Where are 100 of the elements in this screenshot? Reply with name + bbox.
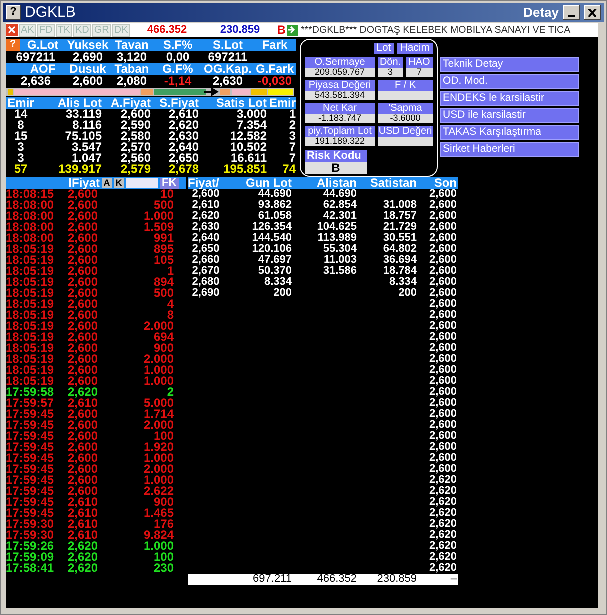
field-value: 209.059.767 [305,68,375,77]
table-cell: 62.854 [323,199,357,211]
column-header: G.F% [162,63,194,75]
table-cell-text: 2,610 [68,530,100,541]
table-cell-text: 895 [152,244,174,255]
column-header: Emir [268,97,296,109]
total-cell: 697.211 [253,573,292,585]
table-cell: 2,660 [192,254,220,266]
table-cell-text: 697211 [15,51,57,63]
table-cell-text: 17:59:30 [6,519,56,530]
table-cell-text: 12.582 [229,131,267,142]
table-cell-text: 105 [152,255,174,266]
table-cell: 2,600 [429,364,457,376]
table-cell-text: 2,600 [68,299,100,310]
action-button[interactable]: ENDEKS le karsilastir [440,91,579,106]
filter-button[interactable]: FK [160,178,179,188]
table-cell-text: 2,636 [20,75,52,87]
table-cell-text: 2,600 [68,200,100,211]
table-cell: 2,620 [429,562,457,574]
table-cell-text: 2,620 [68,563,100,574]
table-cell-text: 2,600 [68,255,100,266]
column-header: Gun Lot [245,177,292,189]
table-cell-text: 2,600 [68,343,100,354]
table-cell: 2,650 [192,243,220,255]
close-button[interactable] [584,5,601,20]
table-cell: 2,620 [429,529,457,541]
action-button[interactable]: TAKAS Karşılaştırma [440,125,579,140]
table-cell-text: 991 [154,233,174,244]
help-button[interactable]: ? [6,39,20,51]
table-cell-text: 18:05:19 [6,299,56,310]
table-cell-text: 2,600 [68,486,100,497]
field-value: 7 [406,68,433,77]
field-value: B [305,162,367,174]
table-cell-text: 2.000 [142,420,174,431]
action-button[interactable]: OD. Mod. [440,74,579,89]
table-cell-text: 2,610 [168,109,199,120]
table-cell: 2,600 [429,199,457,211]
field-label: piy.Toplam Lot [305,126,375,137]
total-cell: 466.352 [317,573,357,585]
filter-field[interactable] [126,178,158,188]
close-icon[interactable] [6,24,18,36]
table-cell-text: 17:59:26 [6,541,56,552]
field-label: HAO [406,57,433,68]
table-cell-text: 2,600 [68,354,100,365]
table-cell-text: 2,600 [120,109,151,120]
table-cell-text: 3.547 [72,142,102,153]
table-cell-text: 2,600 [72,75,104,87]
table-cell: 30.551 [383,232,417,244]
table-cell: 2,640 [192,232,220,244]
table-cell-text: 1.000 [142,475,174,486]
action-button[interactable]: USD ile karsilastir [440,108,579,123]
table-cell: 2,600 [429,276,457,288]
table-cell: 2,600 [429,243,457,255]
column-header: Dusuk [68,63,108,75]
table-cell-text: 33.119 [66,109,102,120]
table-cell: 2,680 [192,276,220,288]
column-header: Satistan [369,177,417,189]
table-cell-text: 2,690 [72,51,104,63]
table-cell: 2,620 [429,518,457,530]
minimize-button[interactable] [563,5,580,20]
table-cell-text: 2,620 [168,120,199,131]
table-cell-text: 900 [154,343,174,354]
table-cell: 2,610 [192,199,220,211]
action-button[interactable]: Sirket Haberleri [440,142,579,157]
table-cell-text: 18:05:19 [6,288,56,299]
toggle-button[interactable]: Hacim [397,43,433,54]
column-header: Alistan [316,177,357,189]
table-cell: 200 [398,287,417,299]
table-cell-text: 17:59:45 [6,486,56,497]
table-cell-text: -0,030 [256,75,294,87]
table-cell: 18.757 [383,210,417,222]
table-cell-text: 4 [167,299,174,310]
table-cell: 47.697 [258,254,292,266]
table-cell: 2,600 [429,463,457,475]
sort-button[interactable]: K [114,178,124,188]
toggle-button[interactable]: Lot [374,43,394,54]
action-button[interactable]: Teknik Detay [440,57,579,72]
table-cell: 8.334 [264,276,292,288]
sort-button[interactable]: A [102,178,112,188]
table-cell-text: 3 [18,153,24,164]
table-cell-text: 0,00 [165,51,191,63]
table-cell: 2,600 [429,419,457,431]
table-cell-text: 2.000 [142,321,174,332]
table-cell-text: 1 [288,109,296,120]
table-cell-text: 8 [167,310,174,321]
table-cell-text: 900 [154,497,174,508]
table-cell: 93.862 [258,199,292,211]
field-label: F / K [378,80,433,91]
column-header: Satis Lot [215,97,267,109]
arrow-icon[interactable] [286,24,298,36]
table-cell: 2,600 [429,353,457,365]
table-cell-text: 176 [154,519,174,530]
table-cell: 8.334 [389,276,417,288]
table-cell: 2,620 [429,485,457,497]
help-button[interactable]: ? [6,5,21,20]
table-cell-text: 17:59:45 [6,409,56,420]
table-cell-text: 17:59:45 [6,420,56,431]
table-cell: 2,600 [429,188,457,200]
table-cell-text: 1.000 [142,365,174,376]
field-value: 543.581.394 [305,91,375,100]
